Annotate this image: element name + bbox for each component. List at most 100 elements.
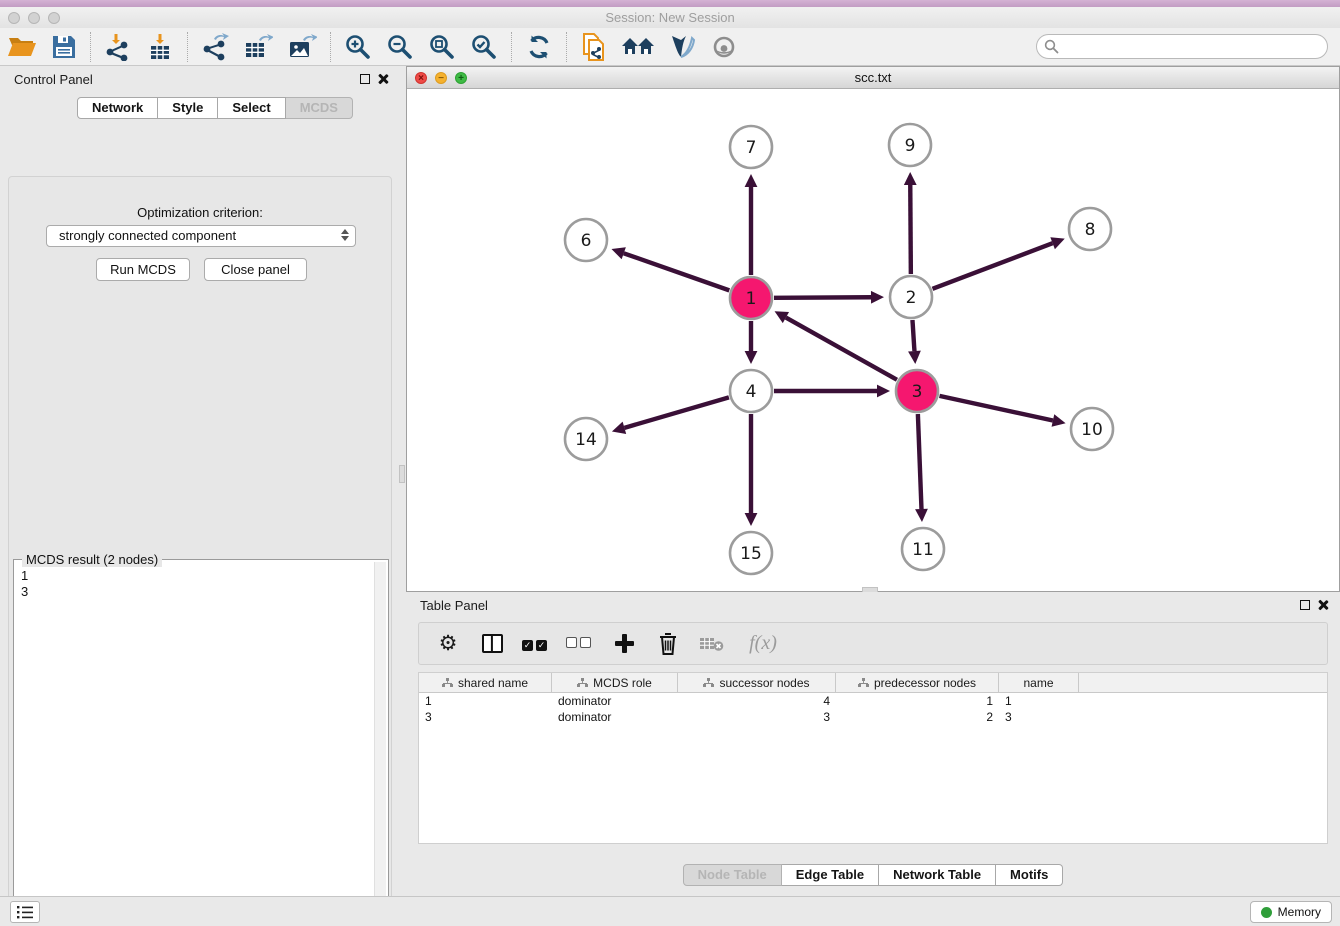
cell-shared-name[interactable]: 3 [419,709,552,725]
cell-predecessor-nodes[interactable]: 1 [836,693,999,709]
zoom-fit-button[interactable] [421,31,463,63]
column-header-predecessor-nodes[interactable]: predecessor nodes [836,673,999,693]
import-table-button[interactable] [139,31,181,63]
mcds-result-box: MCDS result (2 nodes) 1 3 [13,559,389,926]
close-table-panel-icon[interactable] [1317,599,1329,611]
result-scrollbar[interactable] [374,562,386,926]
window-titlebar[interactable]: Session: New Session [0,7,1340,28]
zoom-selected-icon [470,33,498,61]
edge-arrow-2-3 [908,351,921,364]
cell-shared-name[interactable]: 1 [419,693,552,709]
criterion-dropdown[interactable]: strongly connected component [46,225,356,247]
memory-button[interactable]: Memory [1250,901,1332,923]
edge-1-6[interactable] [624,253,730,290]
edge-arrow-3-10 [1052,414,1066,427]
column-header-shared-name[interactable]: shared name [419,673,552,693]
edge-arrow-1-6 [611,247,625,259]
zoom-selected-button[interactable] [463,31,505,63]
mcds-result-text[interactable]: 1 3 [17,568,372,926]
cell-successor-nodes[interactable]: 4 [678,693,836,709]
close-panel-button[interactable]: Close panel [204,258,307,281]
edge-3-10[interactable] [939,396,1052,421]
tab-node-table[interactable]: Node Table [683,864,782,886]
edge-arrow-1-4 [745,351,758,364]
task-history-button[interactable] [10,901,40,923]
import-table-icon [146,33,174,61]
tab-mcds[interactable]: MCDS [286,97,353,119]
cell-predecessor-nodes[interactable]: 2 [836,709,999,725]
float-panel-icon[interactable] [360,74,370,84]
zoom-out-button[interactable] [379,31,421,63]
import-network-button[interactable] [97,31,139,63]
float-table-panel-icon[interactable] [1300,600,1310,610]
cell-MCDS-role[interactable]: dominator [552,709,678,725]
unchecked-boxes-icon [566,635,594,653]
tab-edge-table[interactable]: Edge Table [782,864,879,886]
cell-name[interactable]: 1 [999,693,1079,709]
control-panel-header: Control Panel [0,70,400,90]
network-window-titlebar[interactable]: × − + scc.txt [407,67,1339,89]
node-table[interactable]: shared nameMCDS rolesuccessor nodesprede… [418,672,1328,844]
function-builder-button[interactable]: f(x) [741,629,785,659]
delete-table-button[interactable] [697,629,727,659]
vertical-splitter-grip[interactable] [399,465,405,483]
column-header-MCDS-role[interactable]: MCDS role [552,673,678,693]
node-label-6: 6 [581,231,592,251]
show-columns-button[interactable] [477,629,507,659]
checked-boxes-icon: ✓✓ [522,635,550,653]
tab-network-table[interactable]: Network Table [879,864,996,886]
tab-select[interactable]: Select [218,97,285,119]
control-panel: Control Panel NetworkStyleSelectMCDS Opt… [0,66,400,896]
search-input[interactable] [1036,34,1328,59]
open-session-button[interactable] [0,31,44,63]
edge-4-14[interactable] [624,397,729,427]
cell-MCDS-role[interactable]: dominator [552,693,678,709]
control-panel-tabs: NetworkStyleSelectMCDS [77,97,353,119]
node-label-11: 11 [912,540,934,560]
gear-icon: ⚙ [439,631,458,656]
edge-arrow-4-3 [877,385,890,398]
edge-2-9[interactable] [910,185,911,274]
close-panel-icon[interactable] [377,73,389,85]
export-network-button[interactable] [194,31,236,63]
edge-2-8[interactable] [933,243,1053,289]
node-table-body: 1dominator4113dominator323 [419,693,1327,725]
deselect-all-button[interactable] [565,629,595,659]
table-row[interactable]: 3dominator323 [419,709,1327,725]
zoom-in-icon [344,33,372,61]
cybrowser-home-button[interactable] [615,31,661,63]
table-row[interactable]: 1dominator411 [419,693,1327,709]
edge-2-3[interactable] [912,320,914,351]
tab-network[interactable]: Network [77,97,158,119]
export-image-button[interactable] [280,31,324,63]
toolbar-separator [511,32,512,62]
clone-network-button[interactable] [573,31,615,63]
export-table-button[interactable] [236,31,280,63]
network-graph-canvas[interactable]: 1234678910111415 [407,89,1339,591]
cell-successor-nodes[interactable]: 3 [678,709,836,725]
refresh-view-button[interactable] [518,31,560,63]
cell-name[interactable]: 3 [999,709,1079,725]
export-image-icon [287,33,317,61]
trash-icon [657,632,679,656]
hide-panel-button[interactable] [703,31,745,63]
edge-3-1[interactable] [786,318,897,380]
edge-arrow-2-9 [904,172,917,185]
column-settings-button[interactable]: ⚙ [433,629,463,659]
run-mcds-button[interactable]: Run MCDS [96,258,190,281]
select-all-button[interactable]: ✓✓ [521,629,551,659]
edge-3-11[interactable] [918,414,922,509]
save-session-button[interactable] [44,31,84,63]
vizmapper-button[interactable] [661,31,703,63]
column-header-successor-nodes[interactable]: successor nodes [678,673,836,693]
zoom-in-button[interactable] [337,31,379,63]
tab-style[interactable]: Style [158,97,218,119]
houses-icon [622,34,654,60]
delete-column-button[interactable] [653,629,683,659]
add-column-button[interactable] [609,629,639,659]
tab-motifs[interactable]: Motifs [996,864,1063,886]
edge-1-2[interactable] [774,297,871,298]
column-header-name[interactable]: name [999,673,1079,693]
hierarchy-icon [442,678,453,688]
export-network-icon [201,33,229,61]
